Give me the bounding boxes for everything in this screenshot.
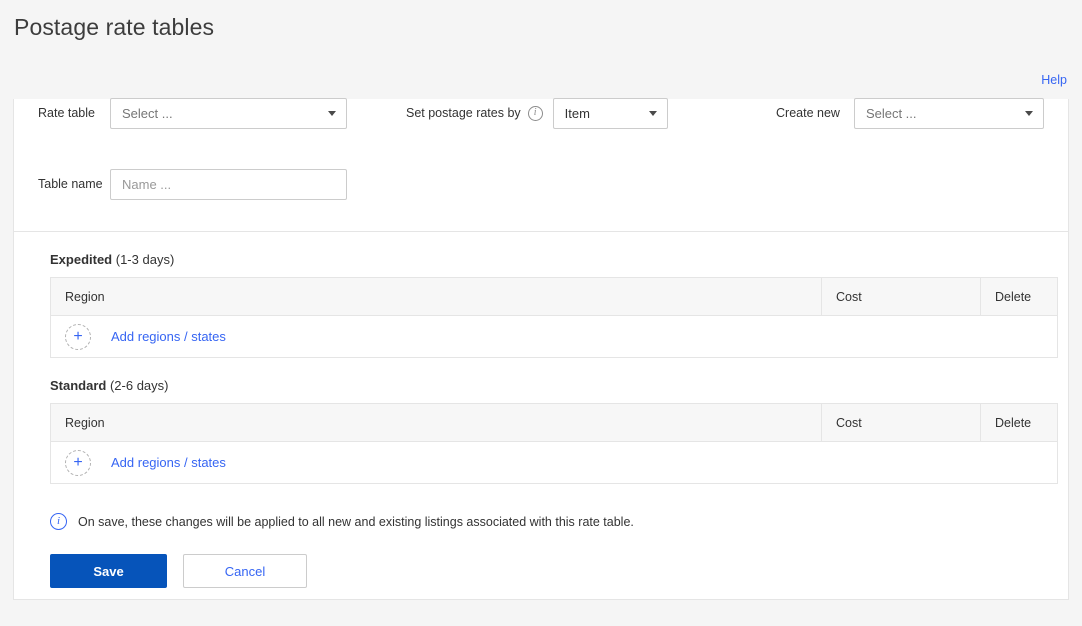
rate-table-select[interactable]: Select ... — [110, 97, 347, 129]
postage-rates-by-select[interactable]: Item — [552, 97, 668, 129]
column-header-region: Region — [65, 289, 105, 304]
service-heading-standard: Standard (2-6 days) — [50, 378, 1032, 393]
services-section: Expedited (1-3 days) Region Cost Delete … — [14, 232, 1068, 484]
table-row-add-expedited: + Add regions / states — [51, 316, 1057, 357]
help-row: Help — [1041, 73, 1067, 87]
postage-rates-by-select-value: Item — [564, 105, 590, 121]
add-regions-button-standard[interactable]: + Add regions / states — [65, 449, 226, 476]
info-icon[interactable]: i — [527, 105, 543, 121]
column-header-cost: Cost — [821, 403, 980, 442]
rate-table-standard: Region Cost Delete + Add regions / state… — [50, 403, 1058, 484]
save-button[interactable]: Save — [50, 554, 167, 588]
help-link[interactable]: Help — [1041, 73, 1067, 87]
plus-icon: + — [65, 323, 91, 350]
rate-table-card: Rate table Select ... Set postage rates … — [13, 97, 1069, 600]
service-name-standard: Standard — [50, 378, 107, 393]
chevron-down-icon — [648, 111, 657, 116]
create-new-select-value: Select ... — [865, 105, 917, 121]
rate-table-label: Rate table — [38, 106, 95, 120]
postage-rates-by-label: Set postage rates by — [406, 106, 521, 120]
create-new-label: Create new — [776, 106, 840, 120]
add-regions-label: Add regions / states — [111, 329, 226, 344]
chevron-down-icon — [328, 111, 336, 116]
save-notice-text: On save, these changes will be applied t… — [78, 514, 634, 529]
plus-icon: + — [65, 449, 91, 476]
column-header-region: Region — [65, 415, 105, 430]
column-header-delete: Delete — [980, 277, 1057, 316]
table-name-input[interactable] — [110, 168, 347, 200]
save-notice: i On save, these changes will be applied… — [50, 513, 1068, 530]
column-header-cost: Cost — [821, 277, 980, 316]
rate-table-select-value: Select ... — [122, 105, 173, 121]
table-header-row: Region Cost Delete — [51, 403, 1057, 442]
rate-table-field: Rate table Select ... — [38, 97, 347, 129]
rate-table-expedited: Region Cost Delete + Add regions / state… — [50, 277, 1058, 358]
service-name-expedited: Expedited — [50, 252, 113, 267]
chevron-down-icon — [1024, 111, 1033, 116]
info-icon: i — [50, 513, 67, 530]
table-row-add-standard: + Add regions / states — [51, 442, 1057, 483]
service-heading-expedited: Expedited (1-3 days) — [50, 252, 1032, 267]
cancel-button[interactable]: Cancel — [183, 554, 307, 588]
table-name-field: Table name — [38, 168, 347, 200]
table-name-label: Table name — [38, 177, 103, 191]
add-regions-label: Add regions / states — [111, 455, 226, 470]
create-new-field: Create new Select ... — [776, 97, 1044, 129]
page-title: Postage rate tables — [14, 14, 215, 40]
action-buttons: Save Cancel — [50, 554, 1068, 588]
add-regions-button-expedited[interactable]: + Add regions / states — [65, 323, 226, 350]
service-days-expedited: (1-3 days) — [115, 252, 175, 267]
create-new-select[interactable]: Select ... — [853, 97, 1044, 129]
column-header-delete: Delete — [980, 403, 1057, 442]
table-header-row: Region Cost Delete — [51, 277, 1057, 316]
postage-rates-by-field: Set postage rates by i Item — [406, 97, 668, 129]
form-section: Rate table Select ... Set postage rates … — [14, 97, 1068, 232]
service-days-standard: (2-6 days) — [109, 378, 169, 393]
